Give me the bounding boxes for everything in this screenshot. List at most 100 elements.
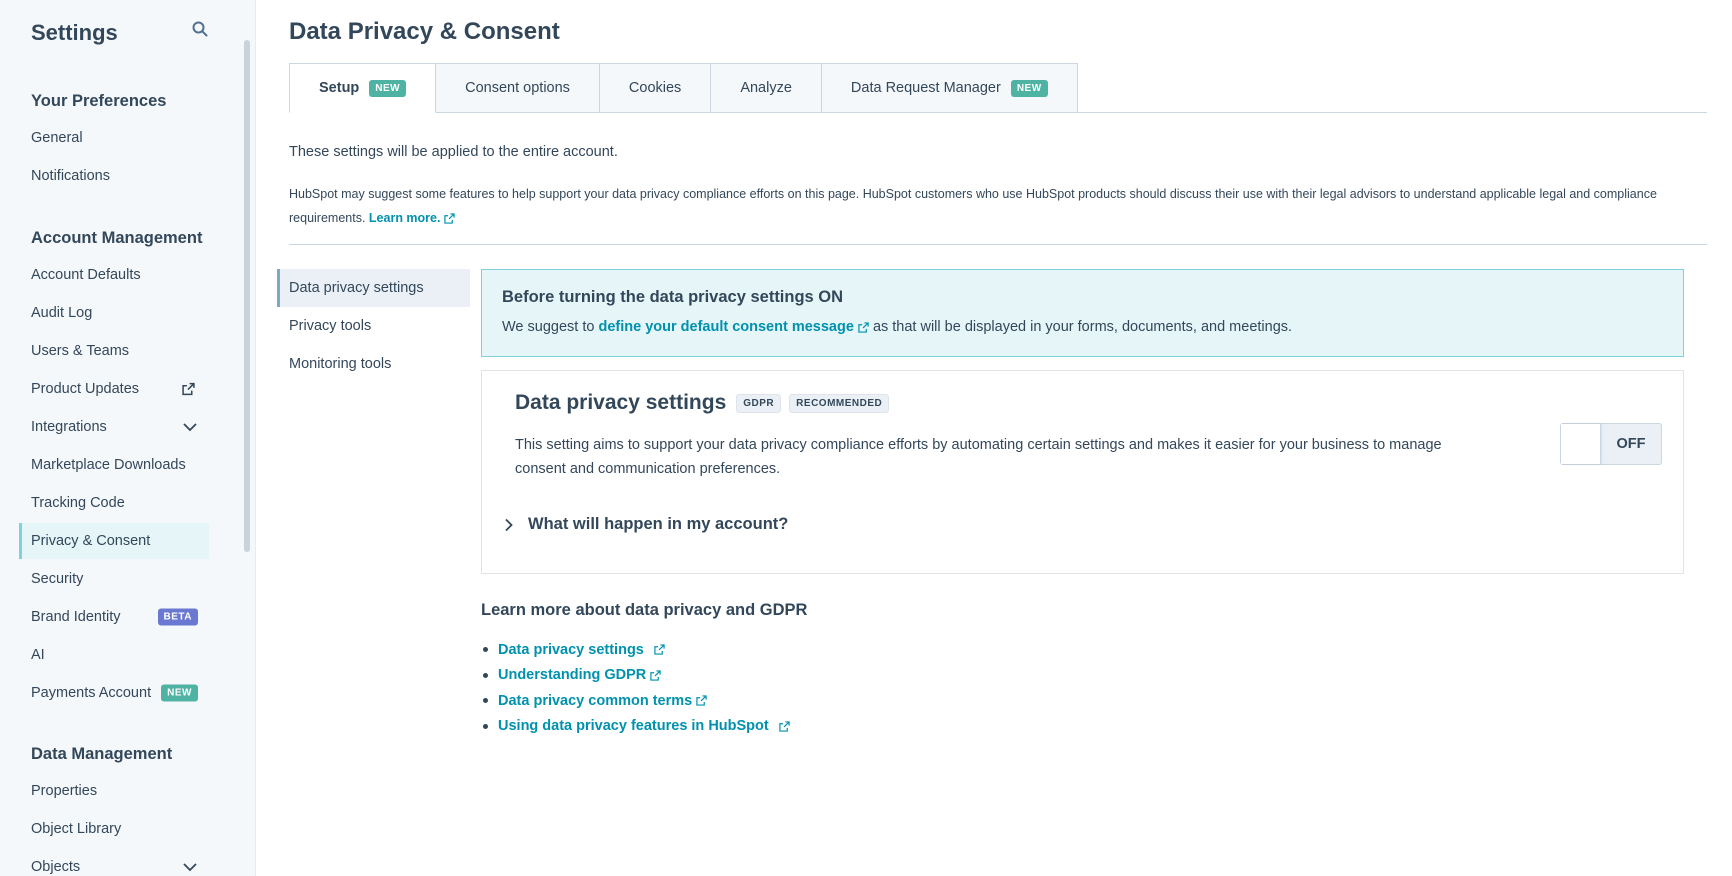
- learn-more-heading: Learn more about data privacy and GDPR: [481, 601, 808, 619]
- sidebar-section-preferences: Your Preferences: [31, 92, 167, 110]
- sidebar-item-integrations[interactable]: Integrations: [19, 409, 209, 445]
- using-data-privacy-features-link[interactable]: Using data privacy features in HubSpot: [498, 718, 790, 734]
- sidebar-item-label: Integrations: [31, 419, 107, 435]
- define-consent-message-link[interactable]: define your default consent message: [598, 319, 869, 335]
- card-description: This setting aims to support your data p…: [515, 437, 1442, 477]
- bullet: [483, 723, 488, 729]
- sidebar-item-label: Product Updates: [31, 381, 140, 397]
- sidebar-item-properties[interactable]: Properties: [19, 773, 209, 809]
- recommended-badge: RECOMMENDED: [789, 393, 890, 413]
- tab-data-request-manager[interactable]: Data Request Manager NEW: [821, 63, 1078, 113]
- tab-label: Consent options: [465, 80, 570, 96]
- new-badge: NEW: [1010, 79, 1048, 97]
- sidebar-item-label: Audit Log: [31, 305, 93, 321]
- sidebar-item-general[interactable]: General: [19, 120, 209, 156]
- sidebar-item-label: General: [31, 130, 83, 146]
- sidebar-scrollbar[interactable]: [244, 40, 250, 552]
- sidebar-item-payments-account[interactable]: Payments Account NEW: [19, 675, 209, 711]
- sidebar-item-objects[interactable]: Objects: [19, 849, 209, 876]
- sidebar-title: Settings: [31, 20, 118, 45]
- callout-title: Before turning the data privacy settings…: [502, 288, 844, 306]
- sidebar-item-notifications[interactable]: Notifications: [19, 158, 209, 194]
- sidebar-item-product-updates[interactable]: Product Updates: [19, 371, 209, 407]
- sidebar-item-ai[interactable]: AI: [19, 637, 209, 673]
- tab-consent-options[interactable]: Consent options: [436, 63, 600, 113]
- chevron-down-icon[interactable]: [183, 862, 197, 872]
- callout-prefix: We suggest to: [502, 319, 595, 335]
- sidebar-item-brand-identity[interactable]: Brand Identity BETA: [19, 599, 209, 635]
- callout-link-label: define your default consent message: [598, 319, 854, 335]
- subnav-label: Monitoring tools: [289, 356, 392, 372]
- sidebar-item-object-library[interactable]: Object Library: [19, 811, 209, 847]
- subnav-item-privacy-tools[interactable]: Privacy tools: [277, 307, 470, 345]
- sidebar-item-label: Notifications: [31, 168, 110, 184]
- sidebar-item-label: Properties: [31, 783, 98, 799]
- external-link-icon: [654, 644, 665, 656]
- sidebar-item-label: Account Defaults: [31, 267, 141, 283]
- sidebar-item-label: Brand Identity: [31, 609, 121, 625]
- sidebar-item-users-teams[interactable]: Users & Teams: [19, 333, 209, 369]
- list-item: Data privacy settings: [483, 637, 790, 663]
- sidebar-item-label: Object Library: [31, 821, 122, 837]
- learn-more-link[interactable]: Learn more.: [369, 211, 456, 225]
- sidebar-item-privacy-consent[interactable]: Privacy & Consent: [19, 523, 209, 559]
- data-privacy-settings-link[interactable]: Data privacy settings: [498, 642, 665, 658]
- tab-label: Data Request Manager: [850, 80, 1001, 96]
- bullet: [483, 647, 488, 653]
- bullet: [483, 672, 488, 678]
- external-link-icon: [444, 213, 456, 224]
- toggle-state-label: OFF: [1616, 436, 1646, 452]
- card-title: Data privacy settings: [515, 391, 727, 414]
- link-label: Data privacy settings: [498, 641, 644, 658]
- tab-label: Cookies: [628, 80, 682, 96]
- what-will-happen-accordion[interactable]: What will happen in my account?: [502, 515, 788, 534]
- chevron-right-icon: [505, 518, 513, 531]
- accordion-label: What will happen in my account?: [528, 515, 789, 533]
- search-icon[interactable]: [191, 20, 209, 38]
- sidebar-item-label: AI: [31, 647, 45, 663]
- sidebar-item-label: Tracking Code: [31, 495, 125, 511]
- data-privacy-settings-card: Data privacy settings GDPR RECOMMENDED T…: [481, 370, 1684, 574]
- sidebar-item-label: Objects: [31, 859, 81, 875]
- external-link-icon: [858, 321, 869, 333]
- new-badge: NEW: [369, 79, 407, 97]
- callout-suffix: as that will be displayed in your forms,…: [872, 319, 1293, 335]
- sidebar-item-marketplace-downloads[interactable]: Marketplace Downloads: [19, 447, 209, 483]
- tab-label: Setup: [319, 80, 360, 96]
- link-label: Understanding GDPR: [498, 667, 647, 684]
- sidebar-item-label: Security: [31, 571, 84, 587]
- external-link-icon: [182, 382, 195, 396]
- sidebar-item-label: Payments Account: [31, 685, 152, 701]
- tab-bar: Setup NEW Consent options Cookies Analyz…: [289, 63, 1078, 113]
- tab-analyze[interactable]: Analyze: [711, 63, 822, 113]
- setup-subnav: Data privacy settings Privacy tools Moni…: [277, 269, 470, 383]
- disclaimer-body: HubSpot may suggest some features to hel…: [289, 187, 1657, 225]
- subnav-item-data-privacy-settings[interactable]: Data privacy settings: [277, 269, 470, 307]
- external-link-icon: [696, 695, 707, 707]
- subnav-item-monitoring-tools[interactable]: Monitoring tools: [277, 345, 470, 383]
- sidebar-item-label: Marketplace Downloads: [31, 457, 186, 473]
- sidebar-item-audit-log[interactable]: Audit Log: [19, 295, 209, 331]
- tab-setup[interactable]: Setup NEW: [289, 63, 437, 113]
- chevron-down-icon[interactable]: [183, 422, 197, 432]
- list-item: Data privacy common terms: [483, 688, 790, 714]
- data-privacy-toggle[interactable]: OFF: [1560, 423, 1662, 465]
- tab-cookies[interactable]: Cookies: [599, 63, 712, 113]
- external-link-icon: [779, 721, 790, 732]
- subnav-label: Privacy tools: [289, 318, 372, 334]
- sidebar-item-label: Users & Teams: [31, 343, 130, 359]
- disclaimer-text: HubSpot may suggest some features to hel…: [289, 182, 1709, 230]
- learn-more-label: Learn more.: [368, 211, 441, 225]
- intro-text: These settings will be applied to the en…: [289, 144, 618, 160]
- sidebar-section-data: Data Management: [31, 745, 173, 763]
- app-frame: Settings Your Preferences General Notifi…: [0, 0, 1732, 876]
- gdpr-badge: GDPR: [736, 393, 782, 413]
- understanding-gdpr-link[interactable]: Understanding GDPR: [498, 667, 661, 683]
- data-privacy-common-terms-link[interactable]: Data privacy common terms: [498, 693, 707, 709]
- tab-label: Analyze: [740, 80, 792, 96]
- external-link-icon: [650, 670, 661, 681]
- link-label: Data privacy common terms: [498, 692, 693, 709]
- sidebar-item-account-defaults[interactable]: Account Defaults: [19, 257, 209, 293]
- sidebar-item-tracking-code[interactable]: Tracking Code: [19, 485, 209, 521]
- sidebar-item-security[interactable]: Security: [19, 561, 209, 597]
